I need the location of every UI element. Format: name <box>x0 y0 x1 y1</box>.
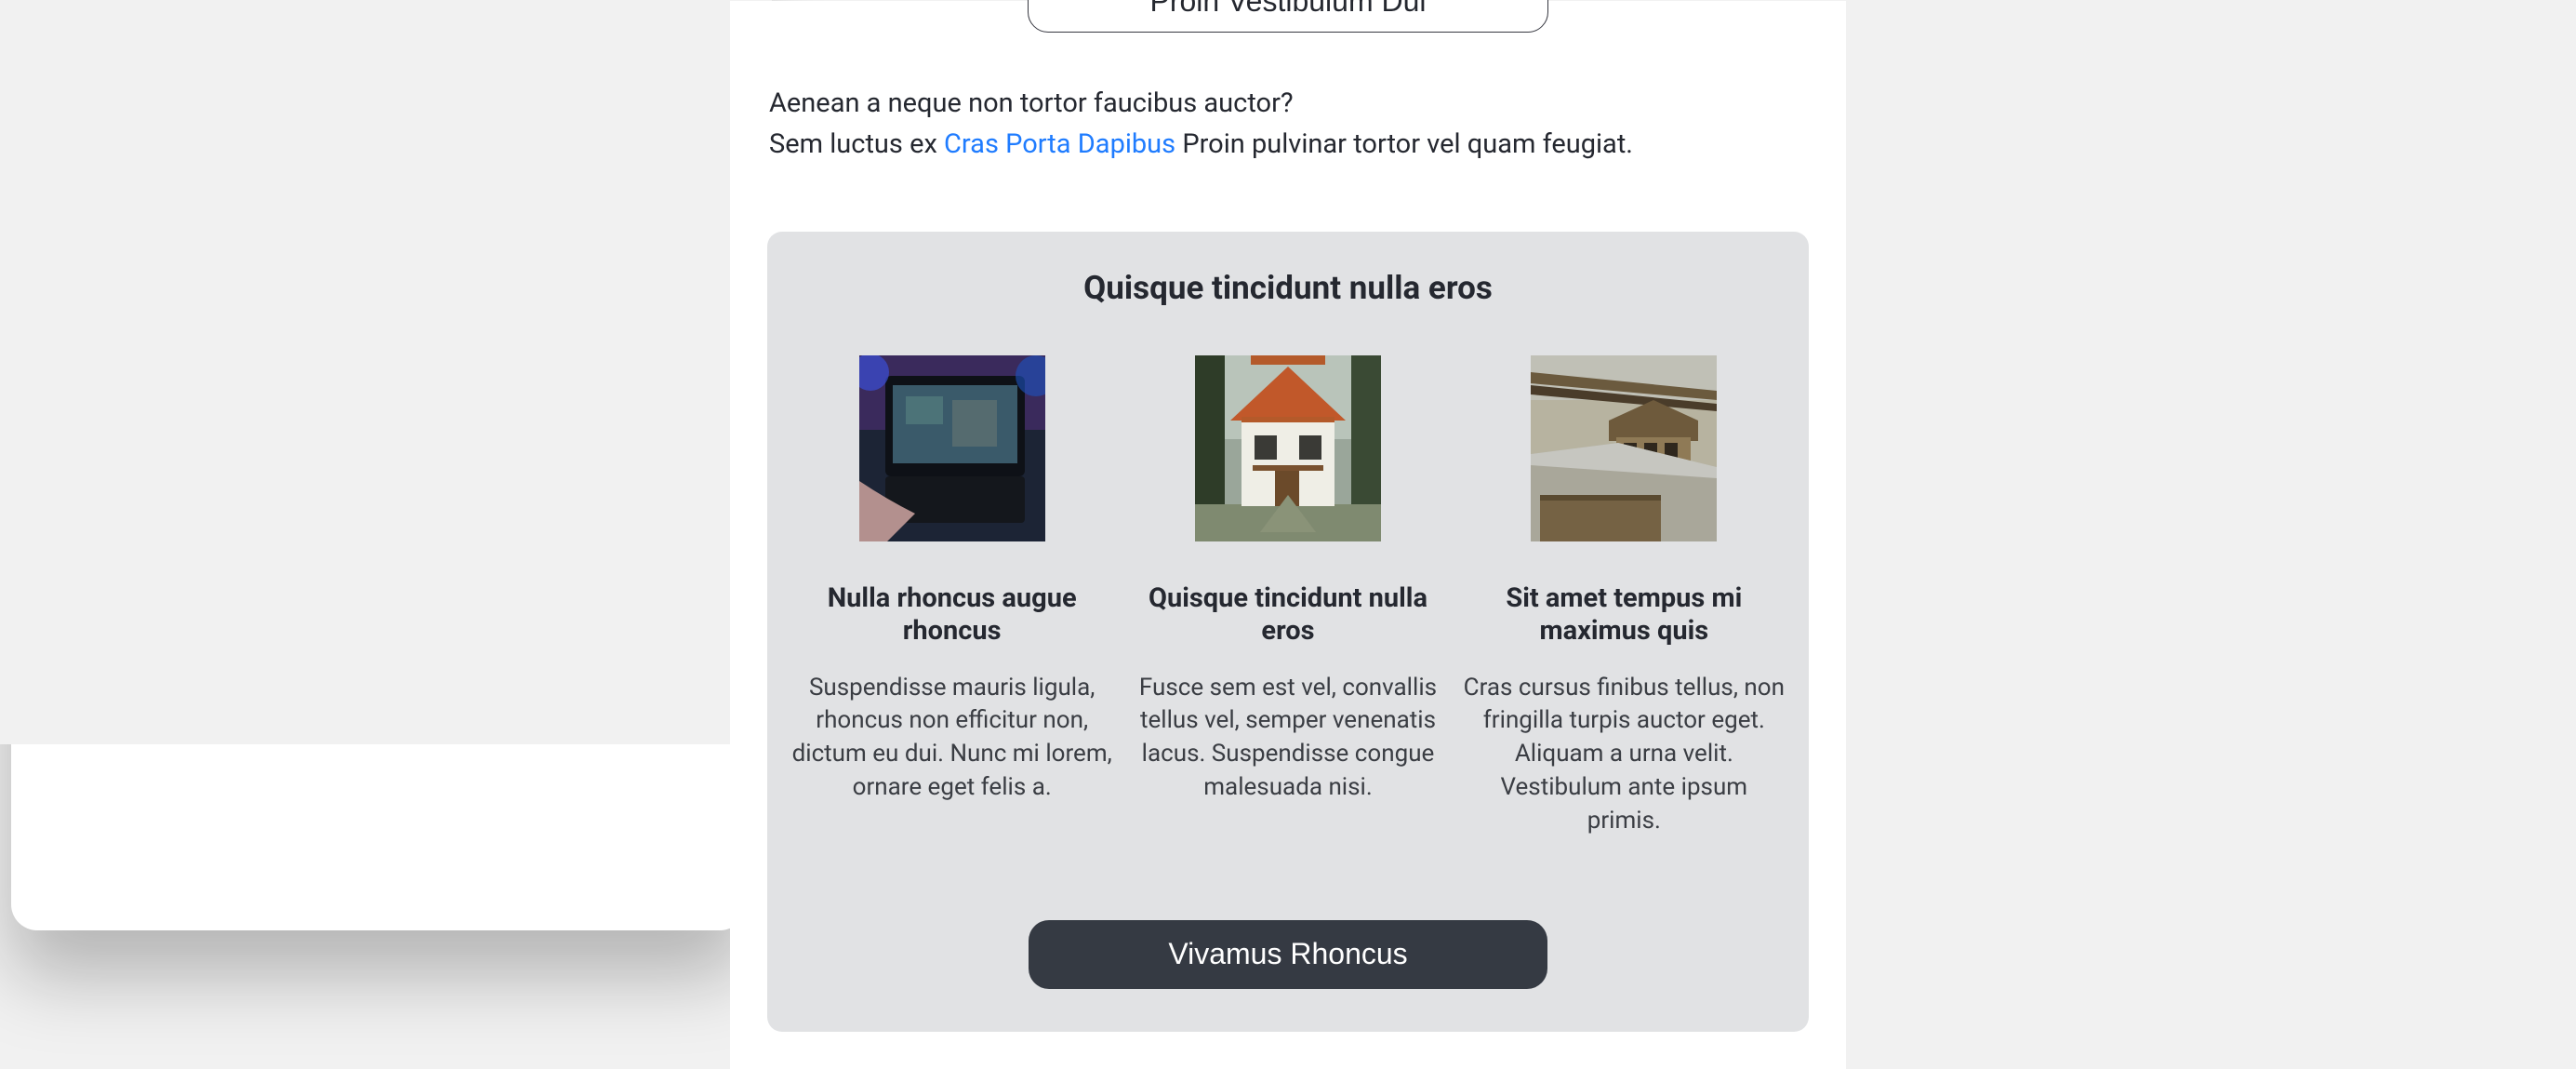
feature-card: Sit amet tempus mi maximus quis Cras cur… <box>1462 355 1786 838</box>
intro-line-2-before: Sem luctus ex <box>769 128 944 160</box>
feature-card: Quisque tincidunt nulla eros Fusce sem e… <box>1125 355 1450 838</box>
card-body: Fusce sem est vel, convallis tellus vel,… <box>1125 672 1450 806</box>
card-thumbnail <box>1195 355 1381 541</box>
background-card-shadow-mask <box>0 0 772 744</box>
feature-card: Nulla rhoncus augue rhoncus Suspendisse … <box>790 355 1114 838</box>
card-thumbnail <box>859 355 1045 541</box>
cras-porta-dapibus-link[interactable]: Cras Porta Dapibus <box>944 128 1175 160</box>
card-title: Nulla rhoncus augue rhoncus <box>790 582 1114 648</box>
intro-line-2-after: Proin pulvinar tortor vel quam feugiat. <box>1175 128 1633 160</box>
card-title: Quisque tincidunt nulla eros <box>1125 582 1450 648</box>
feature-cards-row: Nulla rhoncus augue rhoncus Suspendisse … <box>790 355 1786 838</box>
vivamus-rhoncus-button[interactable]: Vivamus Rhoncus <box>1029 920 1547 989</box>
card-title: Sit amet tempus mi maximus quis <box>1462 582 1786 648</box>
card-body: Cras cursus finibus tellus, non fringill… <box>1462 672 1786 838</box>
panel-heading: Quisque tincidunt nulla eros <box>790 269 1786 307</box>
card-thumbnail <box>1531 355 1717 541</box>
feature-panel: Quisque tincidunt nulla eros <box>767 232 1809 1032</box>
proin-vestibulum-button[interactable]: Proin Vestibulum Dui <box>1028 0 1547 33</box>
main-content-card: Proin Vestibulum Dui Aenean a neque non … <box>730 1 1846 1069</box>
intro-line-1: Aenean a neque non tortor faucibus aucto… <box>769 87 1294 119</box>
card-body: Suspendisse mauris ligula, rhoncus non e… <box>790 672 1114 806</box>
intro-paragraph: Aenean a neque non tortor faucibus aucto… <box>767 84 1809 165</box>
